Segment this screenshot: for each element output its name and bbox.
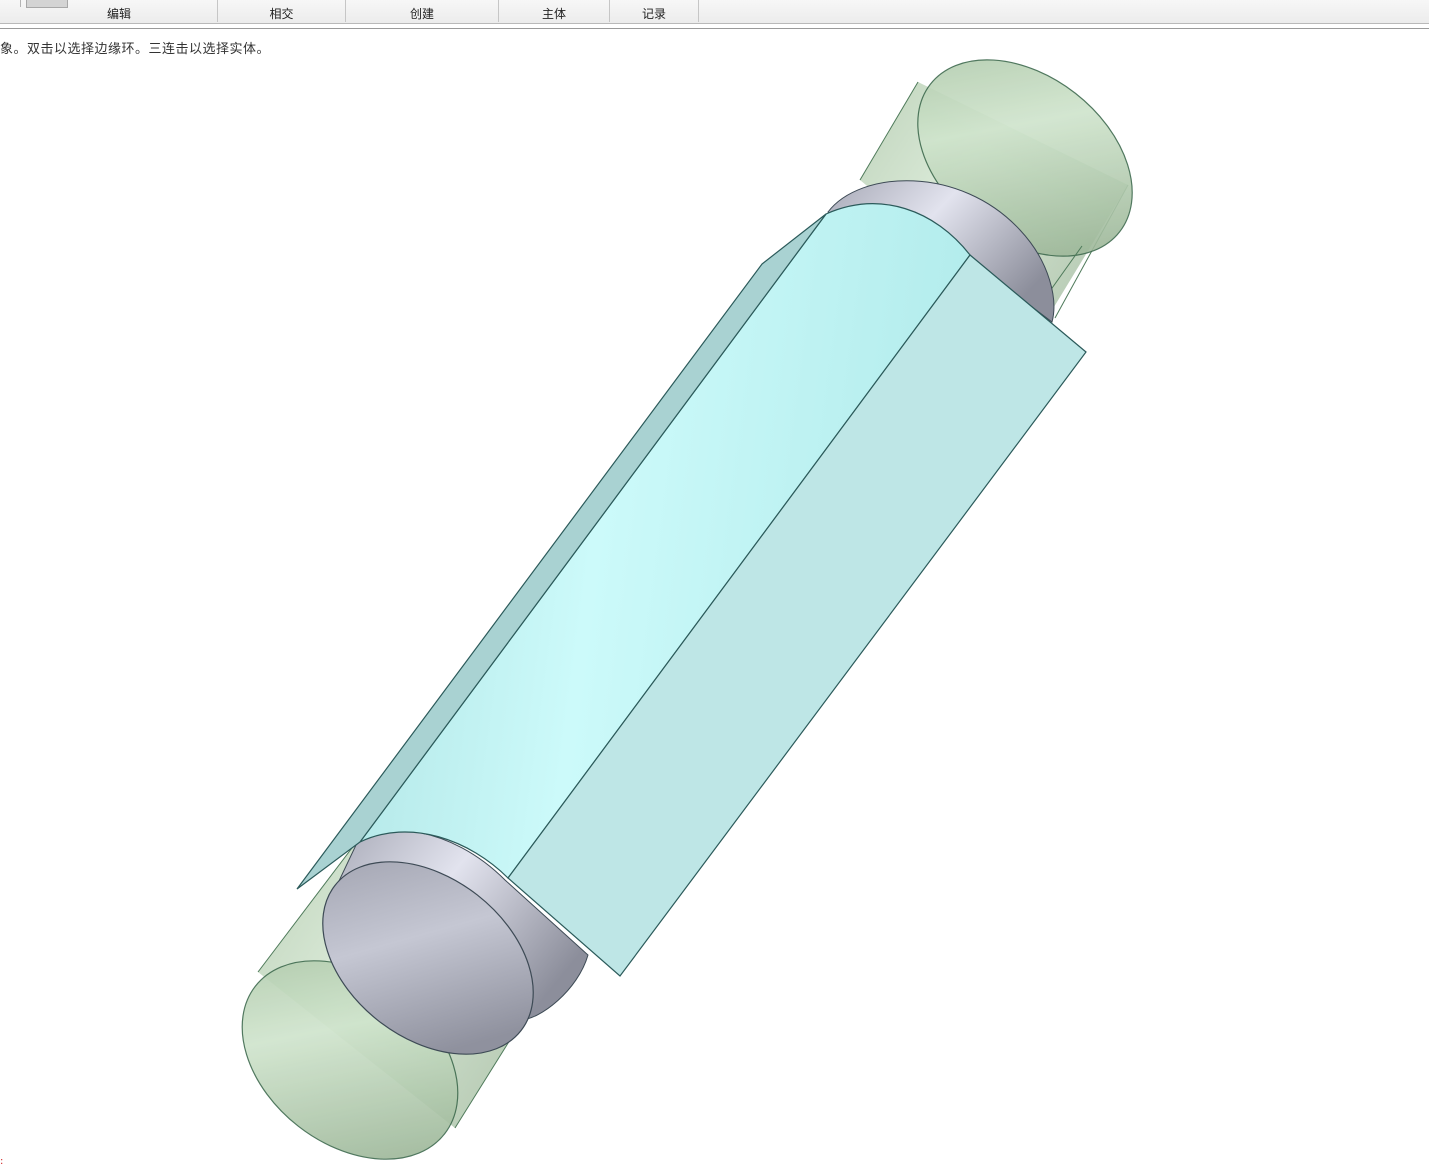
ribbon-divider (0, 28, 1429, 29)
ribbon-group-label: 记录 (641, 7, 666, 21)
ribbon-group-label: 相交 (269, 7, 294, 21)
ribbon-group-intersect[interactable]: 相交 (218, 0, 346, 22)
3d-viewport[interactable] (0, 30, 1429, 1172)
ribbon-left-stub (0, 0, 21, 7)
status-hint: 象。双击以选择边缘环。三连击以选择实体。 (0, 42, 271, 57)
ribbon-group-create[interactable]: 创建 (346, 0, 499, 22)
ribbon-group-label: 主体 (541, 7, 566, 21)
model-canvas[interactable] (0, 30, 1429, 1172)
ribbon-toolbar: 编辑 相交 创建 主体 记录 (0, 0, 1429, 24)
ribbon-group-label: 编辑 (106, 7, 131, 21)
axis-indicator-icon: : (0, 1156, 4, 1167)
ribbon-group-body[interactable]: 主体 (499, 0, 610, 22)
ribbon-group-label: 创建 (409, 7, 434, 21)
ribbon-group-record[interactable]: 记录 (610, 0, 699, 22)
ribbon-group-edit[interactable]: 编辑 (21, 0, 218, 22)
